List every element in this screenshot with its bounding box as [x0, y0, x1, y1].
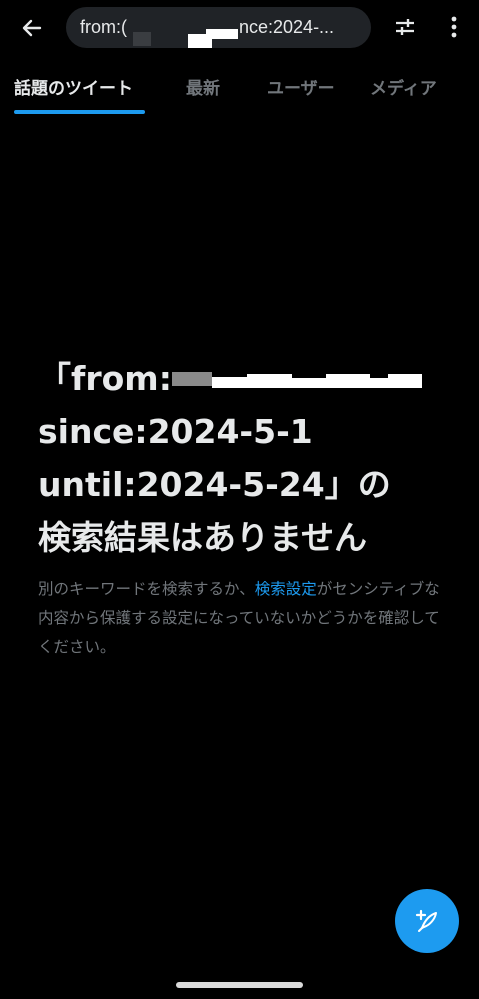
redaction-block — [388, 374, 422, 388]
search-box[interactable]: from:( nce:2024-... — [66, 7, 371, 48]
active-tab-indicator — [14, 110, 145, 114]
compose-tweet-button[interactable] — [395, 889, 459, 953]
feather-plus-icon — [415, 909, 437, 932]
redaction-block — [326, 374, 370, 388]
back-button[interactable] — [14, 10, 50, 46]
sliders-icon — [396, 19, 414, 35]
arrow-left-icon — [22, 19, 42, 37]
title-line-2: since:2024-5-1 — [38, 412, 313, 451]
desc-text-start: 別のキーワードを検索するか、 — [38, 580, 255, 598]
home-indicator[interactable] — [176, 982, 303, 988]
redaction-block — [292, 378, 326, 388]
tab-media[interactable]: メディア — [370, 74, 437, 99]
search-query-start: from:( — [80, 17, 127, 37]
redaction-block — [370, 378, 388, 388]
tab-users[interactable]: ユーザー — [267, 74, 335, 99]
title-line-4: 検索結果はありません — [38, 518, 368, 557]
vertical-dots-icon — [451, 16, 457, 38]
title-line-3: until:2024-5-24」の — [38, 465, 391, 504]
title-query-start: 「from: — [38, 359, 172, 398]
redaction-block — [247, 374, 292, 388]
tab-latest[interactable]: 最新 — [186, 74, 220, 99]
search-settings-link[interactable]: 検索設定 — [255, 580, 317, 598]
redaction-block — [172, 372, 212, 386]
tab-top[interactable]: 話題のツイート — [14, 74, 133, 99]
redaction-block — [206, 29, 238, 39]
empty-state-description: 別のキーワードを検索するか、検索設定がセンシティブな内容から保護する設定になって… — [38, 575, 443, 662]
more-options-button[interactable] — [440, 10, 468, 44]
redaction-block — [133, 32, 151, 46]
redaction-block — [212, 377, 247, 388]
search-query-end: nce:2024-... — [239, 17, 335, 37]
search-filter-button[interactable] — [388, 10, 422, 44]
search-tabs: 話題のツイート 最新 ユーザー メディア — [0, 62, 479, 118]
top-bar: from:( nce:2024-... — [0, 0, 479, 56]
